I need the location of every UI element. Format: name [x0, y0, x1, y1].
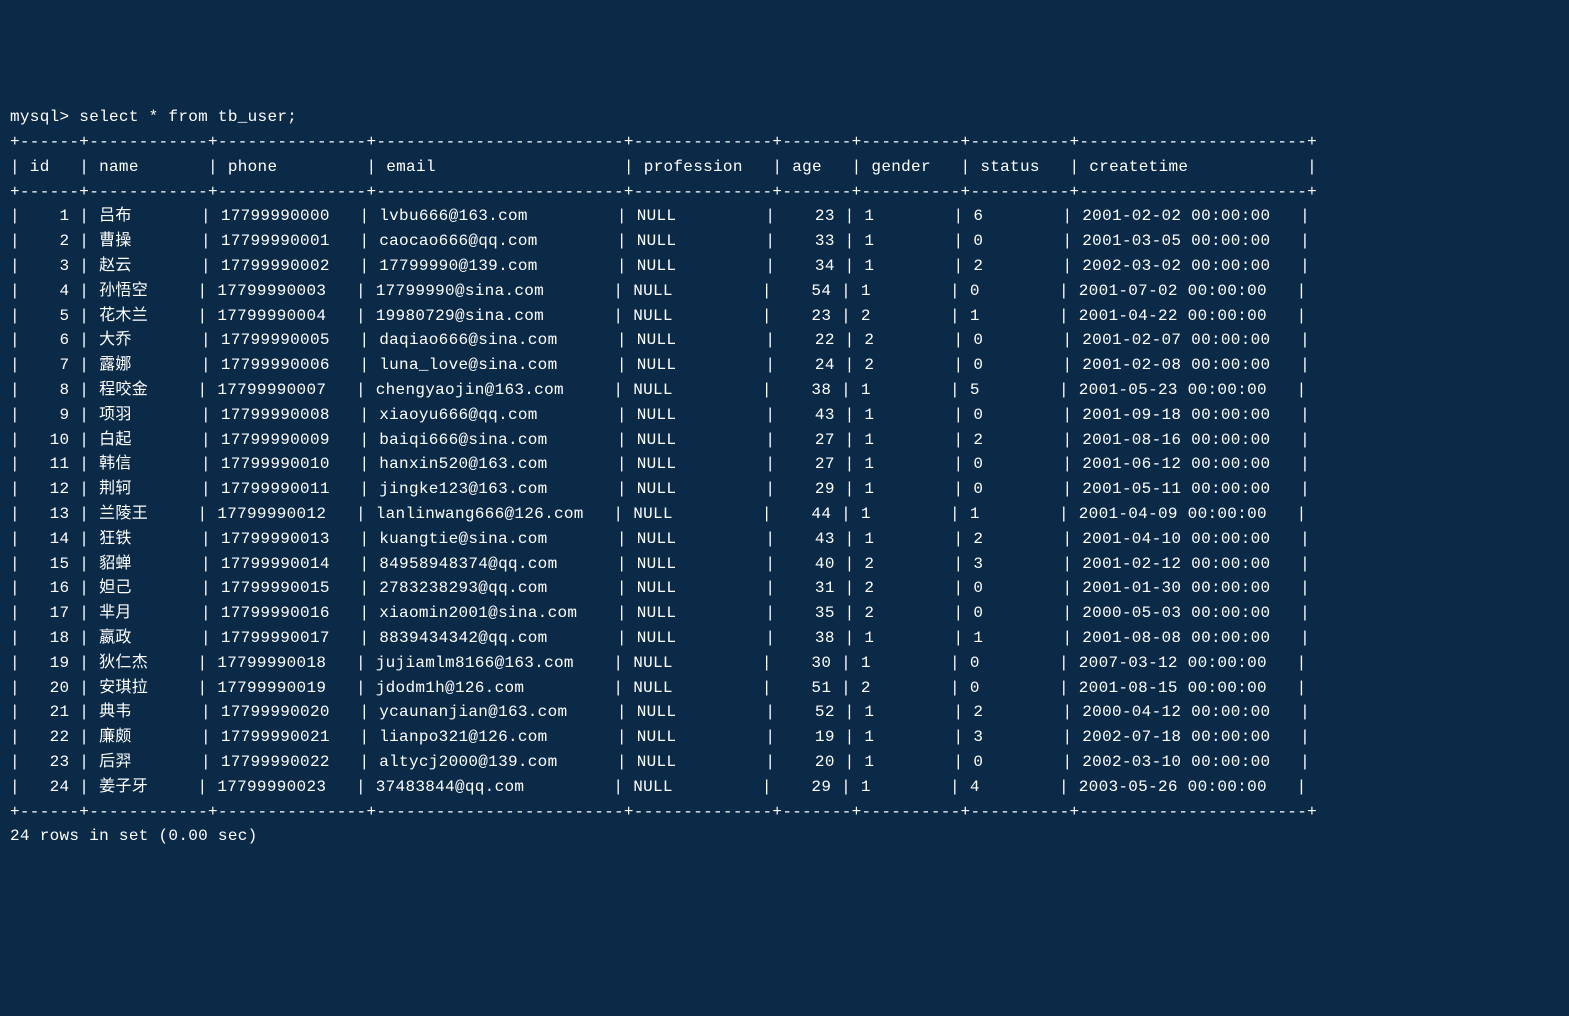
data-row: | 15 | 貂蝉 | 17799990014 | 84958948374@qq… — [10, 552, 1559, 577]
data-row: | 8 | 程咬金 | 17799990007 | chengyaojin@16… — [10, 378, 1559, 403]
data-row: | 18 | 嬴政 | 17799990017 | 8839434342@qq.… — [10, 626, 1559, 651]
data-row: | 6 | 大乔 | 17799990005 | daqiao666@sina.… — [10, 328, 1559, 353]
mysql-terminal-output: mysql> select * from tb_user;+------+---… — [10, 105, 1559, 849]
data-row: | 22 | 廉颇 | 17799990021 | lianpo321@126.… — [10, 725, 1559, 750]
data-row: | 12 | 荆轲 | 17799990011 | jingke123@163.… — [10, 477, 1559, 502]
data-row: | 17 | 芈月 | 17799990016 | xiaomin2001@si… — [10, 601, 1559, 626]
data-row: | 19 | 狄仁杰 | 17799990018 | jujiamlm8166@… — [10, 651, 1559, 676]
header-row: | id | name | phone | email | profession… — [10, 155, 1559, 180]
data-row: | 9 | 项羽 | 17799990008 | xiaoyu666@qq.co… — [10, 403, 1559, 428]
data-row: | 20 | 安琪拉 | 17799990019 | jdodm1h@126.c… — [10, 676, 1559, 701]
data-row: | 11 | 韩信 | 17799990010 | hanxin520@163.… — [10, 452, 1559, 477]
separator: +------+------------+---------------+---… — [10, 800, 1559, 825]
data-row: | 10 | 白起 | 17799990009 | baiqi666@sina.… — [10, 428, 1559, 453]
data-row: | 24 | 姜子牙 | 17799990023 | 37483844@qq.c… — [10, 775, 1559, 800]
data-row: | 3 | 赵云 | 17799990002 | 17799990@139.co… — [10, 254, 1559, 279]
data-row: | 14 | 狂铁 | 17799990013 | kuangtie@sina.… — [10, 527, 1559, 552]
separator: +------+------------+---------------+---… — [10, 130, 1559, 155]
data-row: | 16 | 妲己 | 17799990015 | 2783238293@qq.… — [10, 576, 1559, 601]
data-row: | 1 | 吕布 | 17799990000 | lvbu666@163.com… — [10, 204, 1559, 229]
data-row: | 7 | 露娜 | 17799990006 | luna_love@sina.… — [10, 353, 1559, 378]
data-row: | 23 | 后羿 | 17799990022 | altycj2000@139… — [10, 750, 1559, 775]
data-row: | 13 | 兰陵王 | 17799990012 | lanlinwang666… — [10, 502, 1559, 527]
footer-line: 24 rows in set (0.00 sec) — [10, 824, 1559, 849]
separator: +------+------------+---------------+---… — [10, 180, 1559, 205]
data-row: | 21 | 典韦 | 17799990020 | ycaunanjian@16… — [10, 700, 1559, 725]
query-line: mysql> select * from tb_user; — [10, 105, 1559, 130]
data-row: | 2 | 曹操 | 17799990001 | caocao666@qq.co… — [10, 229, 1559, 254]
data-row: | 5 | 花木兰 | 17799990004 | 19980729@sina.… — [10, 304, 1559, 329]
data-row: | 4 | 孙悟空 | 17799990003 | 17799990@sina.… — [10, 279, 1559, 304]
